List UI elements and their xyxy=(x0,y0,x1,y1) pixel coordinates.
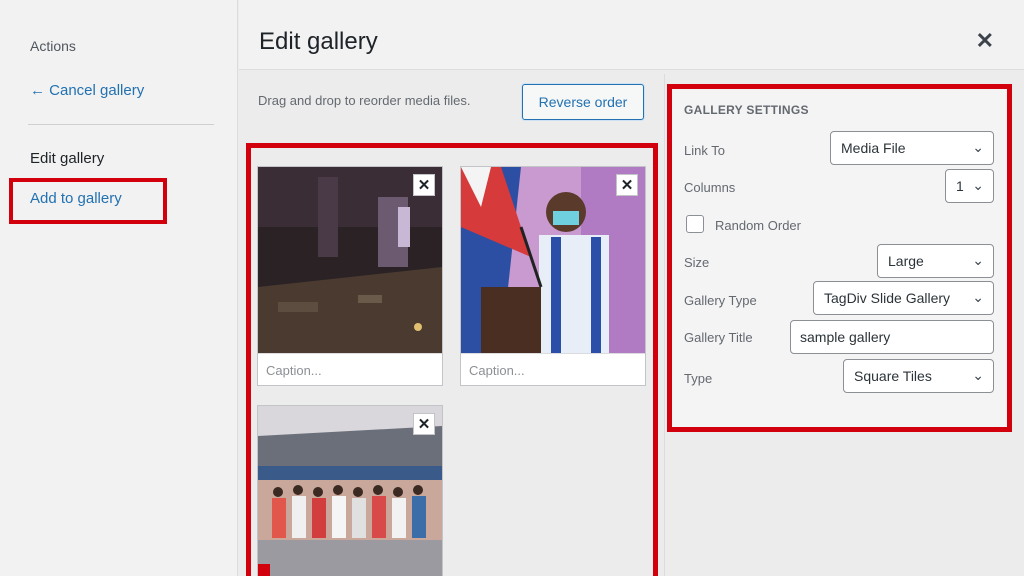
columns-label: Columns xyxy=(684,180,736,195)
columns-value: 1 xyxy=(956,178,964,194)
sidebar-divider xyxy=(28,124,214,125)
chevron-down-icon: ⌄ xyxy=(972,289,984,305)
link-to-value: Media File xyxy=(841,140,906,156)
modal-title: Edit gallery xyxy=(259,28,378,55)
type-select[interactable]: Square Tiles ⌄ xyxy=(843,359,994,393)
link-to-select[interactable]: Media File ⌄ xyxy=(830,131,994,165)
gallery-title-input[interactable]: sample gallery xyxy=(790,320,994,354)
media-thumbnail[interactable]: ✕ xyxy=(258,406,442,576)
gallery-settings-heading: GALLERY SETTINGS xyxy=(684,103,809,117)
random-order-label[interactable]: Random Order xyxy=(715,218,801,233)
reorder-hint: Drag and drop to reorder media files. xyxy=(258,93,471,108)
chevron-down-icon: ⌄ xyxy=(972,252,984,268)
chevron-down-icon: ⌄ xyxy=(972,139,984,155)
remove-image-icon[interactable]: ✕ xyxy=(413,174,435,196)
media-tile[interactable]: ✕ Caption... xyxy=(460,166,646,386)
media-tile[interactable]: ✕ xyxy=(257,405,443,576)
highlight-box-add-to-gallery xyxy=(9,178,167,224)
link-to-label: Link To xyxy=(684,143,725,158)
media-thumbnail[interactable]: ✕ xyxy=(461,167,645,353)
size-value: Large xyxy=(888,253,924,269)
caption-field[interactable]: Caption... xyxy=(461,353,645,385)
caption-field[interactable]: Caption... xyxy=(258,353,442,385)
size-label: Size xyxy=(684,255,710,270)
chevron-down-icon: ⌄ xyxy=(972,367,984,383)
gallery-title-label: Gallery Title xyxy=(684,330,753,345)
reverse-order-button[interactable]: Reverse order xyxy=(522,84,644,120)
random-order-checkbox[interactable] xyxy=(686,215,704,233)
gallery-type-select[interactable]: TagDiv Slide Gallery ⌄ xyxy=(813,281,994,315)
columns-select[interactable]: 1 ⌄ xyxy=(945,169,994,203)
remove-image-icon[interactable]: ✕ xyxy=(616,174,638,196)
gallery-type-label: Gallery Type xyxy=(684,293,757,308)
media-thumbnail[interactable]: ✕ xyxy=(258,167,442,353)
sidebar-item-edit-gallery[interactable]: Edit gallery xyxy=(30,150,104,167)
media-tile[interactable]: ✕ Caption... xyxy=(257,166,443,386)
gallery-type-value: TagDiv Slide Gallery xyxy=(824,290,951,306)
size-select[interactable]: Large ⌄ xyxy=(877,244,994,278)
media-modal: Actions ← Cancel gallery Edit gallery Ad… xyxy=(0,0,1024,576)
sidebar-actions-heading: Actions xyxy=(30,38,76,54)
chevron-down-icon: ⌄ xyxy=(972,177,984,193)
close-icon[interactable]: ✕ xyxy=(976,30,994,52)
type-label: Type xyxy=(684,371,713,386)
cancel-gallery-link[interactable]: ← Cancel gallery xyxy=(30,82,144,99)
type-value: Square Tiles xyxy=(854,368,932,384)
modal-header: Edit gallery ✕ xyxy=(239,0,1024,70)
remove-image-icon[interactable]: ✕ xyxy=(413,413,435,435)
